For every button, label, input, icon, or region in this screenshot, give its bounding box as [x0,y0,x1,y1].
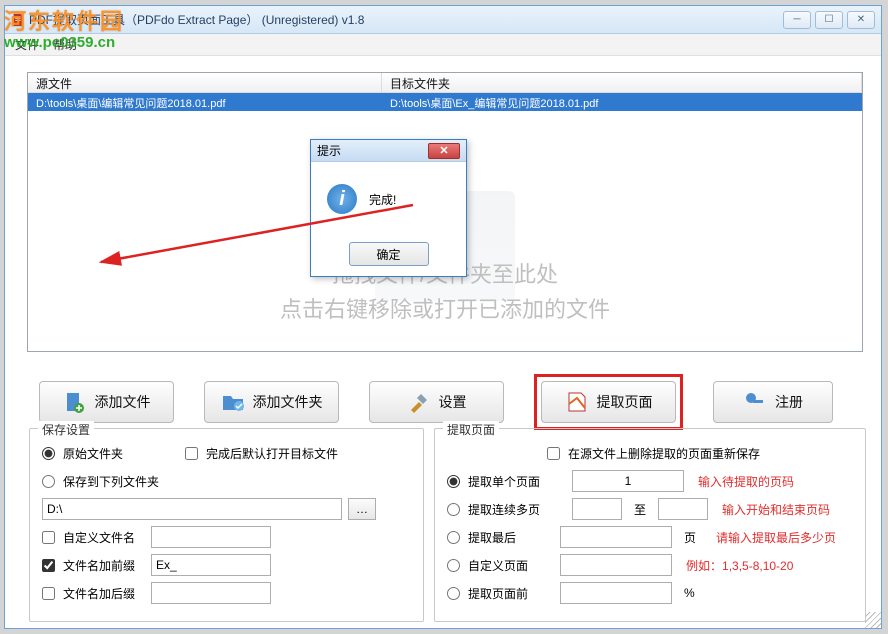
lbl-custom-name: 自定义文件名 [63,529,135,546]
maximize-button[interactable]: ☐ [815,11,843,29]
browse-folder-button[interactable]: … [348,498,376,520]
radio-extract-custom[interactable] [447,559,460,572]
radio-extract-last[interactable] [447,531,460,544]
lbl-suffix: 文件名加后缀 [63,585,135,602]
register-button[interactable]: 注册 [713,381,833,423]
lbl-original-folder: 原始文件夹 [63,445,123,462]
input-single-page[interactable] [572,470,684,492]
extract-page-button[interactable]: 提取页面 [541,381,676,423]
save-settings-group: 保存设置 原始文件夹 完成后默认打开目标文件 保存到下列文件夹 … 自定义文件名 [29,428,424,622]
app-icon [11,13,25,27]
extract-page-label: 提取页面 [597,392,653,412]
cell-source: D:\tools\桌面\编辑常见问题2018.01.pdf [28,93,382,111]
toolbar: 添加文件 添加文件夹 设置 提取页面 注册 [39,374,833,430]
extract-legend: 提取页面 [443,421,499,438]
lbl-extract-custom: 自定义页面 [468,557,528,574]
col-header-source[interactable]: 源文件 [28,73,382,92]
hint-last: 请输入提取最后多少页 [716,529,836,546]
add-folder-button[interactable]: 添加文件夹 [204,381,339,423]
input-prefix[interactable] [151,554,271,576]
settings-button[interactable]: 设置 [369,381,504,423]
extract-highlight-box: 提取页面 [534,374,683,430]
radio-extract-before[interactable] [447,587,460,600]
chk-custom-name[interactable] [42,531,55,544]
menu-help[interactable]: 帮助 [53,36,77,53]
input-range-end[interactable] [658,498,708,520]
key-icon [743,390,767,414]
add-file-label: 添加文件 [95,392,151,412]
input-range-start[interactable] [572,498,622,520]
drop-hint-line2: 点击右键移除或打开已添加的文件 [28,292,862,327]
radio-save-to-folder[interactable] [42,475,55,488]
hint-single: 输入待提取的页码 [698,473,794,490]
lbl-open-after: 完成后默认打开目标文件 [206,445,338,462]
lbl-extract-before: 提取页面前 [468,585,528,602]
lbl-range-to: 至 [634,501,646,518]
radio-extract-range[interactable] [447,503,460,516]
settings-label: 设置 [439,392,467,412]
dialog-titlebar[interactable]: 提示 ✕ [311,140,466,162]
radio-extract-single[interactable] [447,475,460,488]
lbl-delete-from-source: 在源文件上删除提取的页面重新保存 [568,445,760,462]
lbl-last-unit: 页 [684,529,696,546]
chk-delete-from-source[interactable] [547,447,560,460]
annotation-arrow [93,202,423,282]
radio-original-folder[interactable] [42,447,55,460]
list-header: 源文件 目标文件夹 [28,73,862,93]
lbl-prefix: 文件名加前缀 [63,557,135,574]
register-label: 注册 [775,392,803,412]
lbl-save-to-folder: 保存到下列文件夹 [63,473,159,490]
lbl-extract-last: 提取最后 [468,529,516,546]
dialog-close-button[interactable]: ✕ [428,143,460,159]
hint-range: 输入开始和结束页码 [722,501,830,518]
minimize-button[interactable]: ─ [783,11,811,29]
cell-target: D:\tools\桌面\Ex_编辑常见问题2018.01.pdf [382,93,862,111]
dialog-title: 提示 [317,142,428,159]
hint-custom: 例如：1,3,5-8,10-20 [686,557,793,574]
save-legend: 保存设置 [38,421,94,438]
window-title: PDF提取页面工具（PDFdo Extract Page） (Unregiste… [29,11,783,28]
input-custom-name[interactable] [151,526,271,548]
lbl-before-unit: % [684,586,695,600]
app-window: PDF提取页面工具（PDFdo Extract Page） (Unregiste… [4,5,882,629]
input-custom-pages[interactable] [560,554,672,576]
col-header-target[interactable]: 目标文件夹 [382,73,862,92]
add-folder-label: 添加文件夹 [253,392,323,412]
file-plus-icon [63,390,87,414]
tools-icon [407,390,431,414]
menu-file[interactable]: 文件 [15,36,39,53]
input-last-pages[interactable] [560,526,672,548]
extract-settings-group: 提取页面 在源文件上删除提取的页面重新保存 提取单个页面 输入待提取的页码 提取… [434,428,866,622]
lbl-extract-range: 提取连续多页 [468,501,540,518]
input-save-path[interactable] [42,498,342,520]
pdf-extract-icon [565,390,589,414]
list-row[interactable]: D:\tools\桌面\编辑常见问题2018.01.pdf D:\tools\桌… [28,93,862,111]
close-window-button[interactable]: ✕ [847,11,875,29]
folder-plus-icon [221,390,245,414]
input-suffix[interactable] [151,582,271,604]
chk-prefix[interactable] [42,559,55,572]
menubar: 文件 帮助 [5,34,881,56]
input-before-percent[interactable] [560,582,672,604]
titlebar[interactable]: PDF提取页面工具（PDFdo Extract Page） (Unregiste… [5,6,881,34]
lbl-extract-single: 提取单个页面 [468,473,540,490]
chk-suffix[interactable] [42,587,55,600]
resize-grip[interactable] [865,612,881,628]
chk-open-after[interactable] [185,447,198,460]
add-file-button[interactable]: 添加文件 [39,381,174,423]
